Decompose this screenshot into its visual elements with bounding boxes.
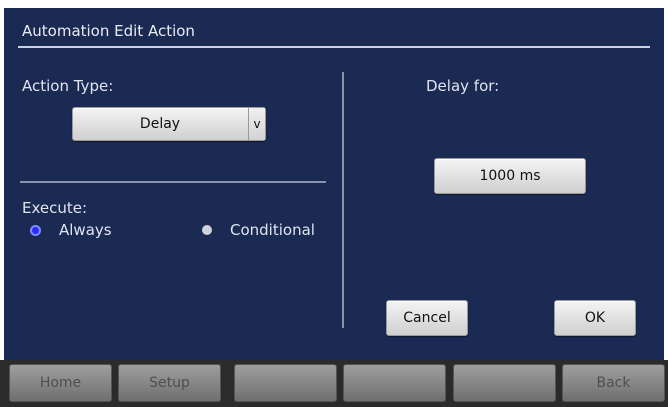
panel-title: Automation Edit Action (22, 22, 195, 40)
radio-conditional-label: Conditional (230, 221, 315, 239)
delay-value-button[interactable]: 1000 ms (434, 158, 586, 194)
nav-setup-button[interactable]: Setup (118, 364, 221, 402)
title-divider (18, 46, 650, 48)
chevron-down-icon[interactable]: v (248, 108, 265, 140)
radio-always[interactable]: Always (30, 221, 112, 239)
edit-action-panel: Automation Edit Action Action Type: Dela… (4, 8, 664, 360)
nav-button-5[interactable] (453, 364, 556, 402)
action-type-dropdown[interactable]: Delay v (72, 107, 266, 141)
delay-for-label: Delay for: (426, 77, 500, 95)
left-divider (20, 181, 326, 183)
top-strip (0, 0, 668, 8)
nav-button-3[interactable] (234, 364, 337, 402)
ok-button[interactable]: OK (554, 300, 636, 336)
radio-selected-icon (30, 224, 41, 236)
radio-conditional[interactable]: Conditional (202, 221, 315, 239)
execute-label: Execute: (22, 199, 88, 217)
cancel-button[interactable]: Cancel (386, 300, 468, 336)
nav-back-button[interactable]: Back (562, 364, 665, 402)
screen: Automation Edit Action Action Type: Dela… (0, 0, 668, 407)
action-type-label: Action Type: (22, 77, 114, 95)
radio-unselected-icon (202, 225, 212, 235)
nav-home-button[interactable]: Home (9, 364, 112, 402)
action-type-value: Delay (139, 116, 181, 132)
radio-always-label: Always (59, 221, 112, 239)
nav-button-4[interactable] (343, 364, 446, 402)
vertical-divider (342, 72, 344, 328)
